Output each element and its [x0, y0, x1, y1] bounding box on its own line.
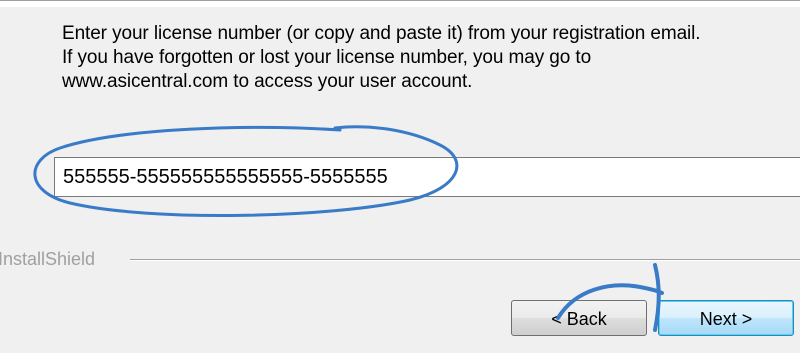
- top-divider: [0, 0, 800, 7]
- dialog-content-panel: Enter your license number (or copy and p…: [0, 0, 800, 233]
- back-button[interactable]: < Back: [511, 300, 647, 336]
- installshield-label: InstallShield: [0, 247, 104, 271]
- license-number-input[interactable]: [54, 157, 800, 197]
- instructions-line-2: If you have forgotten or lost your licen…: [62, 47, 592, 68]
- instructions-line-3: www.asicentral.com to access your user a…: [62, 71, 473, 92]
- instructions-line-1: Enter your license number (or copy and p…: [62, 23, 701, 44]
- installshield-separator: InstallShield: [0, 247, 800, 271]
- next-button[interactable]: Next >: [658, 300, 794, 336]
- separator-line: [130, 259, 800, 261]
- instructions-text: Enter your license number (or copy and p…: [62, 22, 792, 94]
